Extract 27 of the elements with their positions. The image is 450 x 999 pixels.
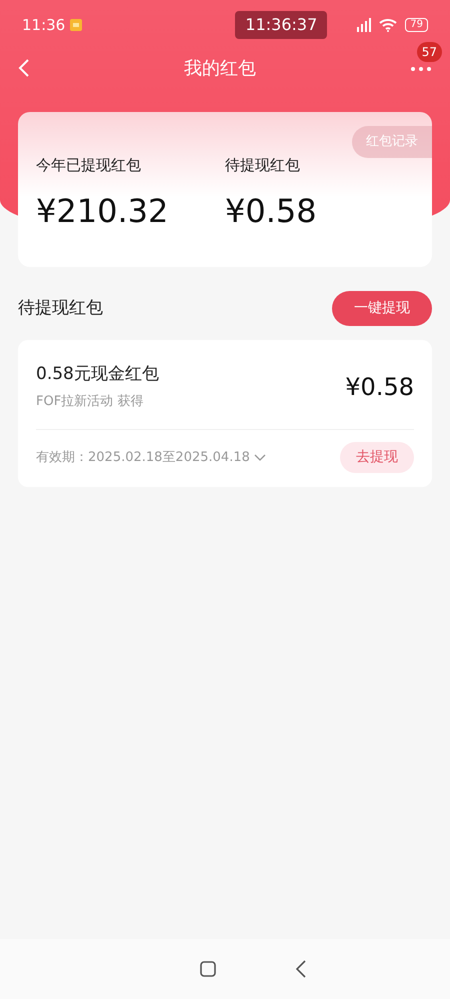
square-icon (200, 961, 216, 977)
chevron-down-icon (254, 454, 266, 462)
clock-badge: 11:36:37 (235, 11, 328, 39)
back-icon (18, 58, 30, 78)
battery-indicator: 79 (405, 18, 428, 32)
section-title: 待提现红包 (18, 296, 103, 320)
wifi-icon (379, 18, 398, 32)
validity-text: 有效期：2025.02.18至2025.04.18 (36, 448, 250, 467)
system-back-button[interactable] (296, 960, 306, 978)
stat-label: 待提现红包 (225, 155, 301, 176)
stat-value: ¥0.58 (225, 190, 318, 232)
packet-amount: ¥0.58 (345, 372, 414, 402)
withdraw-all-button[interactable]: 一键提现 (332, 291, 432, 326)
back-button[interactable] (18, 58, 30, 78)
packet-source: FOF拉新活动 获得 (36, 392, 144, 410)
stat-value: ¥210.32 (36, 190, 170, 232)
back-icon (296, 960, 306, 978)
status-time: 11:36 (22, 14, 66, 36)
home-button[interactable] (200, 961, 216, 977)
more-button[interactable] (410, 66, 432, 72)
withdraw-button[interactable]: 去提现 (340, 442, 414, 473)
record-button[interactable]: 红包记录 (352, 126, 432, 158)
packet-title: 0.58元现金红包 (36, 363, 159, 386)
notification-icon (69, 18, 84, 32)
page-title: 我的红包 (184, 56, 256, 80)
stat-label: 今年已提现红包 (36, 155, 142, 176)
more-icon (410, 66, 432, 72)
